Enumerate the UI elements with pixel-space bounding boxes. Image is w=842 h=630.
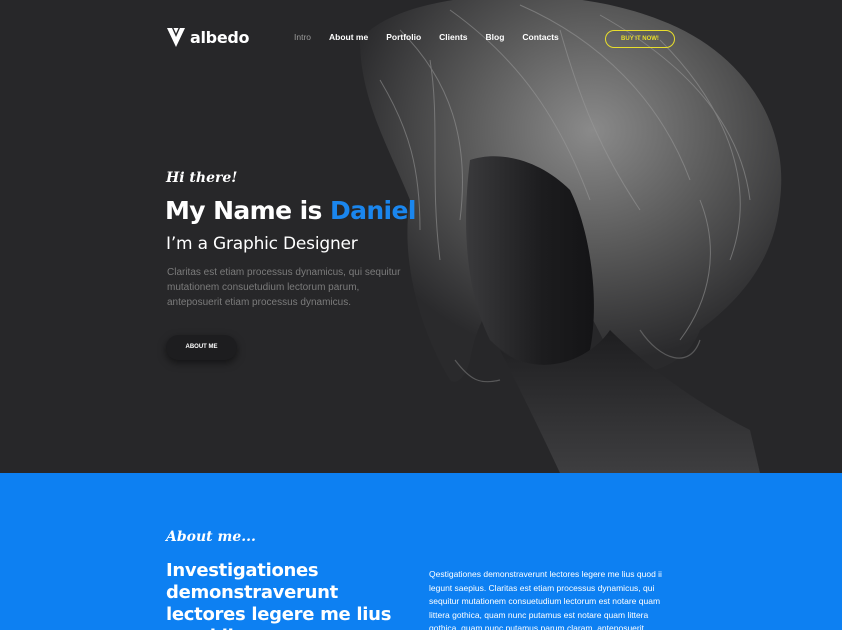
buy-it-now-button[interactable]: BUY IT NOW! xyxy=(605,30,675,48)
logo[interactable]: albedo xyxy=(166,26,250,48)
nav-item-intro[interactable]: Intro xyxy=(294,32,311,42)
nav-item-clients[interactable]: Clients xyxy=(439,32,467,42)
top-navigation: albedo Intro About me Portfolio Clients … xyxy=(0,0,842,76)
nav-item-contacts[interactable]: Contacts xyxy=(522,32,558,42)
about-section: About me... Investigationes demonstraver… xyxy=(0,473,842,630)
about-section-title: About me... xyxy=(166,529,256,545)
hero-greeting: Hi there! xyxy=(166,170,238,186)
logo-text: albedo xyxy=(190,27,250,47)
about-headline: Investigationes demonstraverunt lectores… xyxy=(166,560,392,630)
main-menu: Intro About me Portfolio Clients Blog Co… xyxy=(294,32,577,42)
hero-title: My Name is Daniel xyxy=(165,196,416,225)
hero-title-prefix: My Name is xyxy=(165,196,330,225)
hero-title-name: Daniel xyxy=(329,196,417,225)
hero-section: albedo Intro About me Portfolio Clients … xyxy=(0,0,842,473)
nav-item-portfolio[interactable]: Portfolio xyxy=(386,32,421,42)
hero-description: Claritas est etiam processus dynamicus, … xyxy=(167,267,401,308)
nav-item-blog[interactable]: Blog xyxy=(486,32,505,42)
about-paragraph: Qestigationes demonstraverunt lectores l… xyxy=(429,569,662,630)
nav-item-about-me[interactable]: About me xyxy=(329,32,368,42)
about-me-button[interactable]: ABOUT ME xyxy=(166,335,237,360)
hero-role: I’m a Graphic Designer xyxy=(166,234,358,254)
albedo-v-logo-icon xyxy=(167,28,185,47)
